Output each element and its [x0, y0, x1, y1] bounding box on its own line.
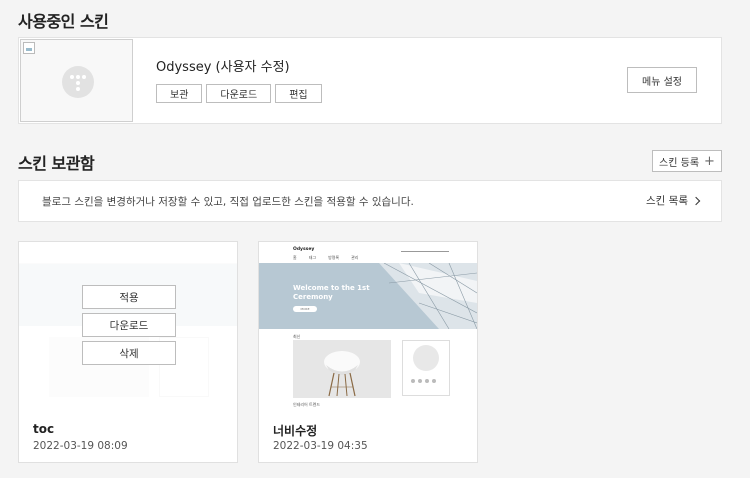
preview-caption: 인테리어 트렌드: [293, 402, 321, 407]
skin-card-date: 2022-03-19 08:09: [33, 440, 128, 452]
broken-image-icon: [23, 42, 35, 54]
preview-nav-item: 태그: [308, 255, 317, 260]
skin-list-label: 스킨 목록: [646, 195, 688, 207]
plus-icon: +: [704, 153, 715, 169]
skin-card-date: 2022-03-19 04:35: [273, 440, 368, 452]
edit-button[interactable]: 편집: [275, 84, 322, 103]
menu-settings-button[interactable]: 메뉴 설정: [627, 67, 697, 93]
skin-thumbnail: Odyssey 홈 태그 방명록 관리 Welcome to the 1st C…: [259, 242, 477, 408]
skin-thumbnail: 적용 다운로드 삭제: [19, 242, 237, 408]
apply-button[interactable]: 적용: [82, 285, 176, 309]
preview-search-bar: [401, 247, 449, 252]
skin-card-toc[interactable]: 적용 다운로드 삭제 toc 2022-03-19 08:09: [18, 241, 238, 463]
preview-nav-item: 관리: [351, 255, 359, 260]
chair-icon: [324, 351, 360, 397]
card-download-button[interactable]: 다운로드: [82, 313, 176, 337]
skin-card-name: toc: [33, 422, 55, 436]
register-skin-label: 스킨 등록: [659, 157, 700, 169]
storage-notice: 블로그 스킨을 변경하거나 저장할 수 있고, 직접 업로드한 스킨을 적용할 …: [18, 180, 722, 222]
preview-hero-line2: Ceremony: [293, 293, 333, 301]
tistory-logo-icon: [62, 66, 94, 98]
preview-nav-item: 홈: [293, 255, 297, 260]
current-skin-thumbnail: [20, 39, 133, 122]
download-button[interactable]: 다운로드: [206, 84, 272, 103]
preview-nav-item: 방명록: [328, 255, 340, 260]
preview-hero-line1: Welcome to the 1st: [293, 284, 370, 292]
skin-storage-title: 스킨 보관함: [18, 154, 95, 173]
preview-chair-image: [293, 340, 391, 398]
preview-logo: Odyssey: [293, 247, 315, 252]
skin-card-width-edit[interactable]: Odyssey 홈 태그 방명록 관리 Welcome to the 1st C…: [258, 241, 478, 463]
current-skin-name: Odyssey (사용자 수정): [156, 60, 290, 75]
skin-card-name: 너비수정: [273, 424, 318, 438]
archive-button[interactable]: 보관: [156, 84, 203, 103]
preview-hero-button: MORE: [300, 307, 310, 311]
preview-sidebar-widget: [402, 340, 450, 396]
notice-text: 블로그 스킨을 변경하거나 저장할 수 있고, 직접 업로드한 스킨을 적용할 …: [42, 196, 414, 208]
current-skin-title: 사용중인 스킨: [18, 12, 109, 31]
delete-button[interactable]: 삭제: [82, 341, 176, 365]
hero-architecture-image: [379, 263, 477, 329]
register-skin-button[interactable]: 스킨 등록 +: [652, 150, 722, 172]
preview-hero: Welcome to the 1st Ceremony MORE: [259, 263, 477, 329]
chevron-right-icon: [691, 196, 701, 206]
current-skin-panel: Odyssey (사용자 수정) 보관 다운로드 편집 메뉴 설정: [18, 37, 722, 124]
skin-list-link[interactable]: 스킨 목록: [646, 193, 701, 208]
